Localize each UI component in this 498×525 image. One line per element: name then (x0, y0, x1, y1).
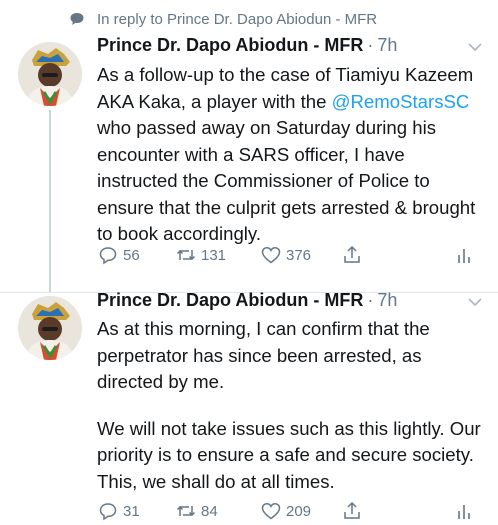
chevron-down-icon[interactable] (468, 42, 482, 52)
retweet-button[interactable]: 131 (175, 244, 226, 266)
tweet-text: As a follow-up to the case of Tiamiyu Ka… (97, 62, 482, 248)
tweet[interactable]: Prince Dr. Dapo Abiodun - MFR · 7h As at… (0, 290, 498, 525)
tweet-actions: 56 131 376 (97, 243, 477, 267)
mention-link[interactable]: @RemoStarsSC (332, 91, 470, 112)
reply-context[interactable]: In reply to Prince Dr. Dapo Abiodun - MF… (69, 8, 377, 30)
reply-button[interactable]: 31 (97, 500, 140, 522)
separator: · (367, 35, 374, 55)
tweet-paragraph: As at this morning, I can confirm that t… (97, 318, 430, 392)
bar-chart-icon (458, 249, 470, 263)
share-button[interactable] (341, 500, 363, 522)
avatar[interactable] (18, 296, 82, 360)
tweet-text-part: who passed away on Saturday during his e… (97, 117, 476, 244)
like-button[interactable]: 209 (260, 500, 311, 522)
like-count: 209 (286, 502, 312, 520)
reply-context-text: In reply to Prince Dr. Dapo Abiodun - MF… (97, 10, 378, 28)
tweet-header: Prince Dr. Dapo Abiodun - MFR · 7h (97, 35, 397, 56)
retweet-button[interactable]: 84 (175, 500, 218, 522)
timestamp[interactable]: 7h (377, 35, 397, 56)
thread-line (49, 110, 51, 292)
analytics-button[interactable] (453, 244, 475, 266)
reply-count: 31 (123, 502, 140, 520)
analytics-button[interactable] (453, 500, 475, 522)
heart-icon (261, 503, 281, 520)
retweet-count: 131 (201, 246, 227, 264)
share-button[interactable] (341, 244, 363, 266)
bar-chart-icon (458, 505, 470, 519)
reply-icon (99, 247, 117, 265)
speech-bubble-icon (70, 13, 84, 25)
chevron-down-icon[interactable] (468, 297, 482, 307)
author-name[interactable]: Prince Dr. Dapo Abiodun - MFR (97, 35, 363, 56)
share-icon (344, 245, 360, 263)
reply-icon (99, 503, 117, 521)
retweet-count: 84 (201, 502, 218, 520)
tweet-paragraph: We will not take issues such as this lig… (97, 417, 481, 492)
reply-count: 56 (123, 246, 140, 264)
heart-icon (261, 247, 281, 264)
share-icon (344, 501, 360, 519)
timestamp[interactable]: 7h (377, 290, 397, 311)
reply-button[interactable]: 56 (97, 244, 140, 266)
tweet[interactable]: Prince Dr. Dapo Abiodun - MFR · 7h As a … (0, 30, 498, 292)
retweet-icon (176, 249, 196, 261)
like-count: 376 (286, 246, 312, 264)
like-button[interactable]: 376 (260, 244, 311, 266)
retweet-icon (176, 505, 196, 517)
author-name[interactable]: Prince Dr. Dapo Abiodun - MFR (97, 290, 363, 311)
tweet-actions: 31 84 209 (97, 499, 477, 523)
avatar[interactable] (18, 42, 82, 106)
tweet-text: As at this morning, I can confirm that t… (97, 316, 482, 495)
tweet-header: Prince Dr. Dapo Abiodun - MFR · 7h (97, 290, 397, 311)
separator: · (367, 290, 374, 310)
